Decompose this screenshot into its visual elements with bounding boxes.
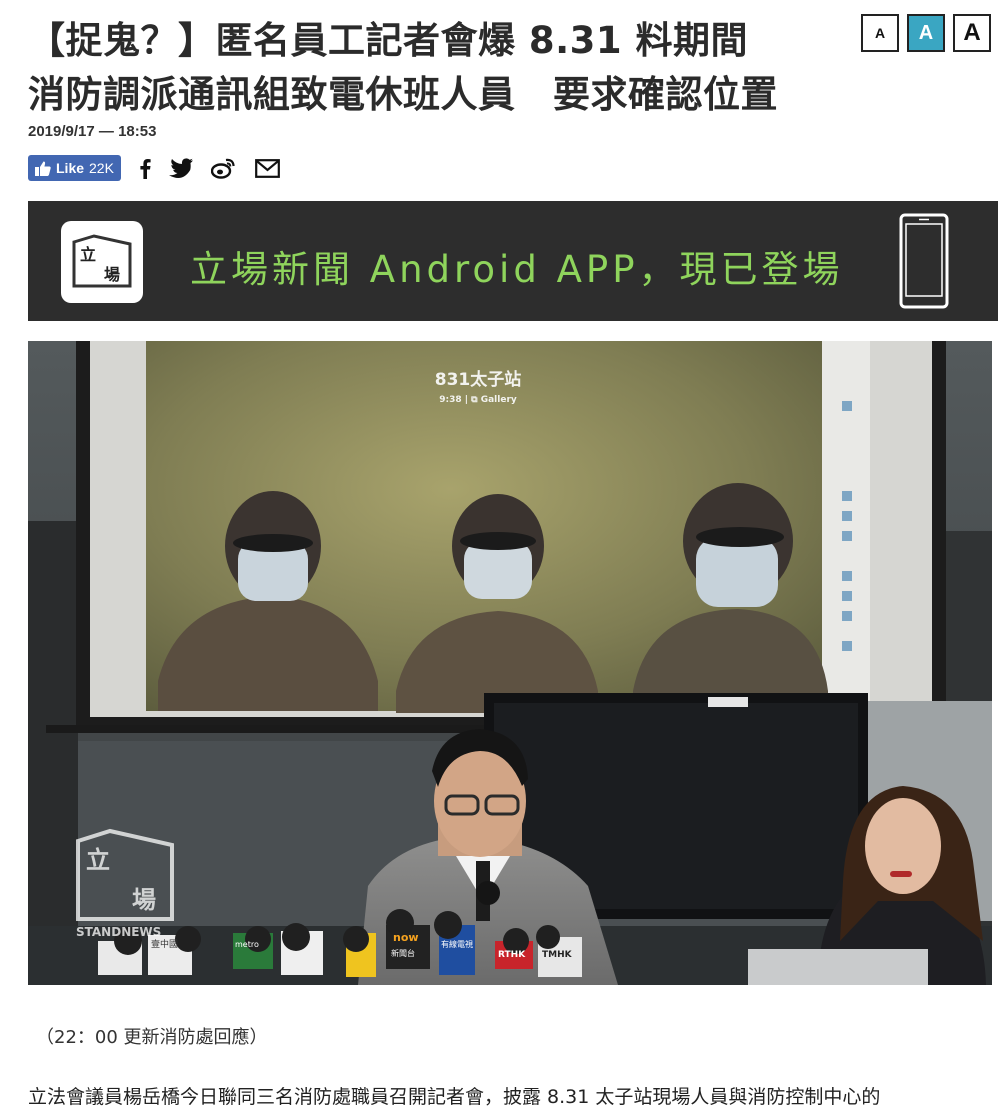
mic-label-metro: metro [235, 940, 259, 949]
screen-title: 831太子站 [435, 369, 522, 390]
facebook-like-button[interactable]: Like 22K [28, 155, 121, 181]
thumbs-up-icon [35, 161, 51, 176]
standnews-logo-icon: 立 場 [61, 221, 143, 303]
title-line-1: 【捉鬼？】匿名員工記者會爆 8.31 料期間 [28, 19, 749, 62]
email-icon[interactable] [255, 158, 280, 178]
article-title: 【捉鬼？】匿名員工記者會爆 8.31 料期間 消防調派通訊組致電休班人員 要求確… [28, 14, 828, 122]
mic-label-rthk: RTHK [498, 950, 526, 960]
mic-label-now: now [393, 931, 419, 944]
watermark-char-bottom: 場 [132, 886, 156, 914]
publish-date: 2019/9/17 — 18:53 [28, 123, 157, 140]
font-size-large-button[interactable]: A [953, 14, 991, 52]
update-note: （22：00 更新消防處回應） [36, 1027, 268, 1048]
mic-label-china: 壹中國 [151, 938, 178, 950]
android-app-banner[interactable]: 立 場 立場新聞 Android APP，現已登場 [28, 201, 998, 321]
share-bar: Like 22K [28, 155, 280, 181]
mic-label-tmhk: TMHK [542, 950, 573, 960]
font-size-small-button[interactable]: A [861, 14, 899, 52]
watermark-char-top: 立 [86, 846, 110, 874]
banner-logo-char-bottom: 場 [104, 265, 120, 284]
like-label: Like [56, 160, 85, 176]
facebook-icon[interactable] [139, 157, 151, 179]
article-paragraph: 立法會議員楊岳橋今日聯同三名消防處職員召開記者會，披露 8.31 太子站現場人員… [28, 1086, 881, 1108]
banner-text: 立場新聞 Android APP，現已登場 [190, 248, 844, 291]
like-count: 22K [89, 160, 114, 176]
watermark-brand: STANDNEWS [76, 925, 161, 939]
smartphone-icon [899, 213, 949, 313]
mic-label-cable: 有線電視 [441, 939, 473, 949]
twitter-icon[interactable] [168, 158, 193, 178]
title-line-2: 消防調派通訊組致電休班人員 要求確認位置 [28, 73, 778, 116]
font-size-medium-button[interactable]: A [907, 14, 945, 52]
press-conference-photo: 831太子站 9:38 | ⧉ Gallery now 新聞台 有線電視 RTH… [28, 341, 992, 985]
screen-subtitle: 9:38 | ⧉ Gallery [439, 395, 517, 405]
banner-logo-char-top: 立 [80, 245, 96, 264]
weibo-icon[interactable] [210, 157, 237, 179]
mic-label-news: 新聞台 [391, 948, 415, 958]
font-size-controls: A A A [861, 14, 991, 52]
